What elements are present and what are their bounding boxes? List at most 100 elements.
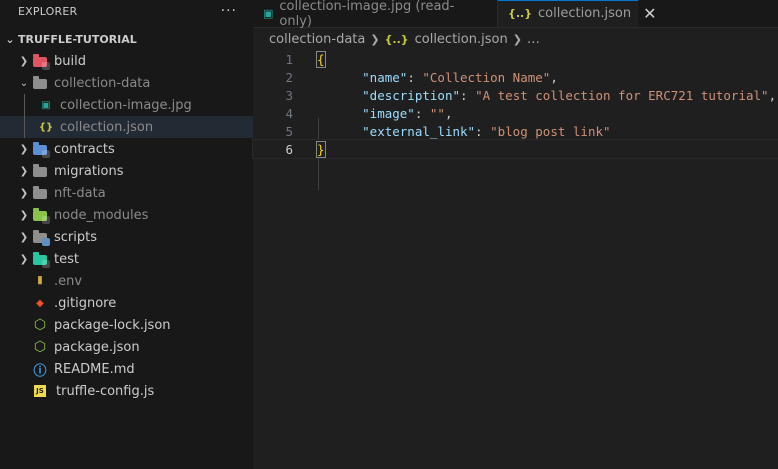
folder-icon <box>32 185 48 201</box>
json-file-icon: {} <box>38 121 54 133</box>
close-icon[interactable]: ✕ <box>643 4 656 23</box>
tree-item-label: .env <box>54 273 83 289</box>
json-key: "name" <box>362 69 408 85</box>
tree-item-scripts[interactable]: ❯ scripts <box>0 226 253 248</box>
json-key: "description" <box>362 87 460 103</box>
code-line[interactable]: 6} <box>252 139 778 159</box>
chevron-down-icon: ⌄ <box>5 32 15 46</box>
code-editor[interactable]: 1{2 "name": "Collection Name", 3 "descrip… <box>252 50 778 190</box>
breadcrumb-folder[interactable]: collection-data <box>269 32 365 47</box>
image-file-icon: ▣ <box>41 99 51 111</box>
json-comma: , <box>768 87 777 103</box>
explorer-header: EXPLORER ··· <box>0 0 253 22</box>
workspace-root[interactable]: ⌄ TRUFFLE-TUTORIAL <box>0 28 253 50</box>
tree-item-label: migrations <box>54 163 124 179</box>
json-colon: : <box>407 69 423 85</box>
folder-icon <box>32 163 48 179</box>
tree-item-gitignore[interactable]: ◆ .gitignore <box>0 292 253 314</box>
contracts-folder-icon <box>32 141 50 158</box>
line-number: 2 <box>285 69 293 85</box>
editor-area: ▣ collection-image.jpg (read-only) {..} … <box>252 0 778 469</box>
code-line[interactable]: 5 "external_link": "blog post link" <box>253 122 778 140</box>
tree-item-label: package.json <box>54 339 140 355</box>
line-number: 6 <box>285 141 293 157</box>
tree-item-truffle-config-js[interactable]: JS truffle-config.js <box>0 380 253 402</box>
json-key: "external_link" <box>362 123 476 139</box>
file-tree: ❯ build ⌄ collection-data ▣ collection-image.… <box>0 50 253 402</box>
tree-item-label: test <box>54 251 79 267</box>
chevron-down-icon: ⌄ <box>19 77 29 89</box>
tree-item-package-json[interactable]: ⬡ package.json <box>0 336 253 358</box>
build-folder-icon <box>32 53 50 70</box>
code-text: "name": "Collection Name", <box>317 70 558 85</box>
code-text: "image": "", <box>317 105 453 121</box>
tree-indent-guide <box>24 94 25 138</box>
tree-item-test[interactable]: ❯ test <box>0 248 253 270</box>
tree-item-nft-data[interactable]: ❯ nft-data <box>0 182 253 204</box>
tree-item-label: nft-data <box>54 185 106 201</box>
chevron-right-icon: ❯ <box>19 143 29 155</box>
tree-item-collection-image-jpg[interactable]: ▣ collection-image.jpg <box>0 94 253 116</box>
tree-item-label: build <box>54 53 86 69</box>
tree-item-node-modules[interactable]: ❯ node_modules <box>0 204 253 226</box>
node-file-icon: ⬡ <box>33 317 47 333</box>
tree-item-label: README.md <box>54 361 135 377</box>
tree-item-label: collection.json <box>60 119 154 135</box>
tree-item-collection-data[interactable]: ⌄ collection-data <box>0 72 253 94</box>
tab-label: collection.json <box>538 6 632 21</box>
code-line[interactable]: 4 "image": "", <box>253 104 778 122</box>
tree-item-package-lock-json[interactable]: ⬡ package-lock.json <box>0 314 253 336</box>
code-line[interactable]: 1{ <box>253 50 778 68</box>
line-number: 4 <box>285 105 293 121</box>
chevron-right-icon: ❯ <box>19 55 29 67</box>
line-number: 5 <box>285 123 293 139</box>
chevron-right-icon: ❯ <box>512 32 522 46</box>
tree-item-label: collection-image.jpg <box>60 97 192 113</box>
git-file-icon: ◆ <box>36 297 44 309</box>
chevron-right-icon: ❯ <box>19 231 29 243</box>
tab-collection-image[interactable]: ▣ collection-image.jpg (read-only) <box>253 0 498 29</box>
workspace-root-label: TRUFFLE-TUTORIAL <box>18 32 137 46</box>
tree-item-migrations[interactable]: ❯ migrations <box>0 160 253 182</box>
explorer-title: EXPLORER <box>18 4 78 18</box>
json-file-icon: {..} <box>508 7 533 20</box>
line-number: 3 <box>285 87 293 103</box>
breadcrumb: collection-data ❯ {..} collection.json ❯… <box>253 28 778 50</box>
chevron-right-icon: ❯ <box>19 209 29 221</box>
json-value: "A test collection for ERC721 tutorial" <box>475 87 769 103</box>
code-line[interactable]: 3 "description": "A test collection for … <box>253 86 778 104</box>
json-value: "Collection Name" <box>422 69 551 85</box>
breadcrumb-symbols[interactable]: … <box>527 32 540 47</box>
info-file-icon: ⓘ <box>33 363 47 379</box>
image-file-icon: ▣ <box>263 7 274 20</box>
json-file-icon: {..} <box>384 32 409 46</box>
js-file-icon: JS <box>34 385 46 397</box>
test-folder-icon <box>32 251 50 268</box>
node-file-icon: ⬡ <box>33 339 47 355</box>
code-line[interactable]: 2 "name": "Collection Name", <box>253 68 778 86</box>
tree-item-label: truffle-config.js <box>56 383 155 399</box>
tree-item-collection-json[interactable]: {} collection.json <box>0 116 253 138</box>
tree-item-readme-md[interactable]: ⓘ README.md <box>0 358 253 380</box>
tree-item-label: node_modules <box>54 207 149 223</box>
code-text: } <box>316 140 326 158</box>
json-colon: : <box>475 123 491 139</box>
tab-collection-json[interactable]: {..} collection.json ✕ <box>498 0 657 27</box>
explorer-sidebar: EXPLORER ··· ⌄ TRUFFLE-TUTORIAL ❯ build ⌄ c… <box>0 0 253 469</box>
tree-item-label: .gitignore <box>54 295 117 311</box>
tab-label: collection-image.jpg (read-only) <box>279 0 455 29</box>
chevron-right-icon: ❯ <box>370 32 380 46</box>
open-brace: { <box>316 50 326 68</box>
breadcrumb-file[interactable]: collection.json <box>415 32 508 47</box>
tree-item-contracts[interactable]: ❯ contracts <box>0 138 253 160</box>
code-text: "external_link": "blog post link" <box>317 123 611 139</box>
json-value: "" <box>429 105 445 121</box>
tree-item-env[interactable]: ⫴ .env <box>0 270 253 292</box>
json-colon: : <box>460 87 476 103</box>
json-comma: , <box>444 105 453 121</box>
json-value: "blog post link" <box>490 123 611 139</box>
more-actions-icon[interactable]: ··· <box>221 3 237 19</box>
chevron-right-icon: ❯ <box>19 187 29 199</box>
folder-open-icon <box>32 75 48 91</box>
tree-item-build[interactable]: ❯ build <box>0 50 253 72</box>
